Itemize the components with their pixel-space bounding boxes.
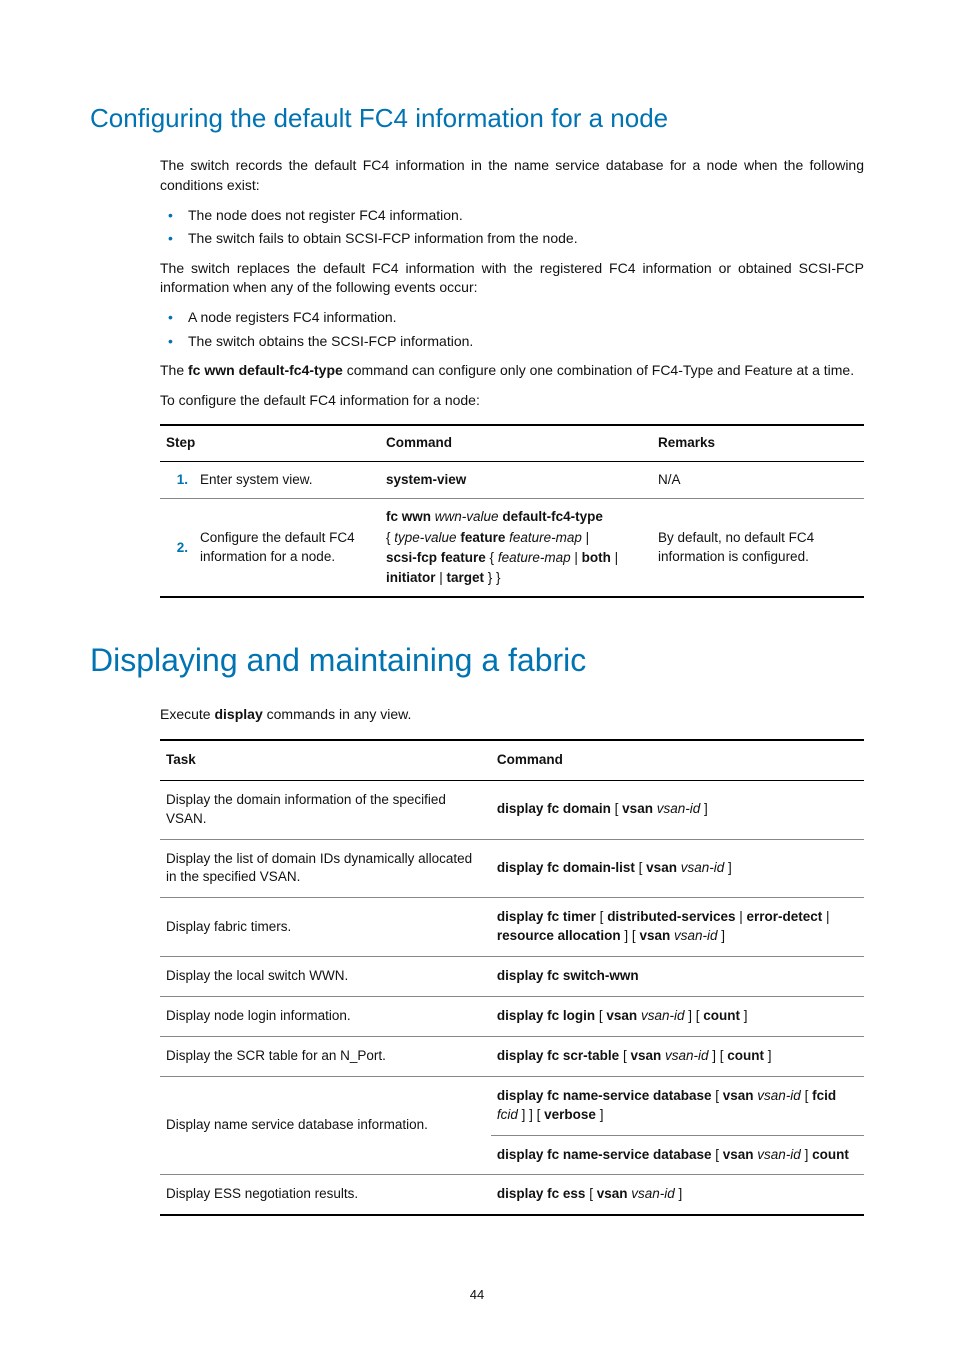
table-row: 1. Enter system view. system-view N/A (160, 462, 864, 499)
task-cmd: display fc timer [ distributed-services … (491, 898, 864, 957)
col-command: Command (380, 425, 652, 461)
step-cmd: system-view (380, 462, 652, 499)
table-row: 2. Configure the default FC4 information… (160, 499, 864, 598)
table-row: Display the domain information of the sp… (160, 780, 864, 839)
task-table: Task Command Display the domain informat… (160, 739, 864, 1216)
task-desc: Display the domain information of the sp… (160, 780, 491, 839)
step-remark: By default, no default FC4 information i… (652, 499, 864, 598)
task-cmd: display fc ess [ vsan vsan-id ] (491, 1175, 864, 1215)
table-row: Display the list of domain IDs dynamical… (160, 839, 864, 898)
step-cmd: fc wwn wwn-value default-fc4-type { type… (380, 499, 652, 598)
task-desc: Display the SCR table for an N_Port. (160, 1036, 491, 1076)
section-heading-display: Displaying and maintaining a fabric (90, 638, 864, 683)
list-item: The switch fails to obtain SCSI-FCP info… (188, 229, 864, 249)
task-cmd: display fc name-service database [ vsan … (491, 1076, 864, 1135)
task-cmd: display fc domain-list [ vsan vsan-id ] (491, 839, 864, 898)
table-row: Display ESS negotiation results. display… (160, 1175, 864, 1215)
table-row: Display the SCR table for an N_Port. dis… (160, 1036, 864, 1076)
table-row: Display name service database informatio… (160, 1076, 864, 1135)
task-desc: Display the local switch WWN. (160, 957, 491, 997)
task-desc: Display name service database informatio… (160, 1076, 491, 1175)
section2-content: Execute display commands in any view. Ta… (160, 705, 864, 1216)
task-cmd: display fc scr-table [ vsan vsan-id ] [ … (491, 1036, 864, 1076)
task-cmd: display fc domain [ vsan vsan-id ] (491, 780, 864, 839)
step-table: Step Command Remarks 1. Enter system vie… (160, 424, 864, 598)
list-item: A node registers FC4 information. (188, 308, 864, 328)
table-row: Display fabric timers. display fc timer … (160, 898, 864, 957)
col-step: Step (160, 425, 380, 461)
step-remark: N/A (652, 462, 864, 499)
text: commands in any view. (263, 706, 412, 722)
para: Execute display commands in any view. (160, 705, 864, 725)
col-remarks: Remarks (652, 425, 864, 461)
task-desc: Display node login information. (160, 996, 491, 1036)
text: The (160, 362, 188, 378)
step-desc: Configure the default FC4 information fo… (194, 499, 380, 598)
cmd-name: fc wwn default-fc4-type (188, 362, 343, 378)
para: The switch replaces the default FC4 info… (160, 259, 864, 298)
list-item: The switch obtains the SCSI-FCP informat… (188, 332, 864, 352)
cmd-text: system-view (386, 472, 466, 487)
task-cmd: display fc switch-wwn (491, 957, 864, 997)
section1-content: The switch records the default FC4 infor… (160, 156, 864, 598)
para: The switch records the default FC4 infor… (160, 156, 864, 195)
task-desc: Display fabric timers. (160, 898, 491, 957)
para: The fc wwn default-fc4-type command can … (160, 361, 864, 381)
task-desc: Display the list of domain IDs dynamical… (160, 839, 491, 898)
task-desc: Display ESS negotiation results. (160, 1175, 491, 1215)
text: Execute (160, 706, 214, 722)
page-number: 44 (90, 1286, 864, 1304)
step-desc: Enter system view. (194, 462, 380, 499)
table-row: Display the local switch WWN. display fc… (160, 957, 864, 997)
bullet-list: A node registers FC4 information. The sw… (160, 308, 864, 351)
task-cmd: display fc login [ vsan vsan-id ] [ coun… (491, 996, 864, 1036)
col-task: Task (160, 740, 491, 780)
table-row: Display node login information. display … (160, 996, 864, 1036)
bullet-list: The node does not register FC4 informati… (160, 206, 864, 249)
para: To configure the default FC4 information… (160, 391, 864, 411)
list-item: The node does not register FC4 informati… (188, 206, 864, 226)
step-num: 1. (160, 462, 194, 499)
step-num: 2. (160, 499, 194, 598)
task-cmd: display fc name-service database [ vsan … (491, 1135, 864, 1175)
section-heading-fc4: Configuring the default FC4 information … (90, 100, 864, 136)
col-command: Command (491, 740, 864, 780)
cmd-name: display (214, 706, 262, 722)
text: command can configure only one combinati… (343, 362, 854, 378)
